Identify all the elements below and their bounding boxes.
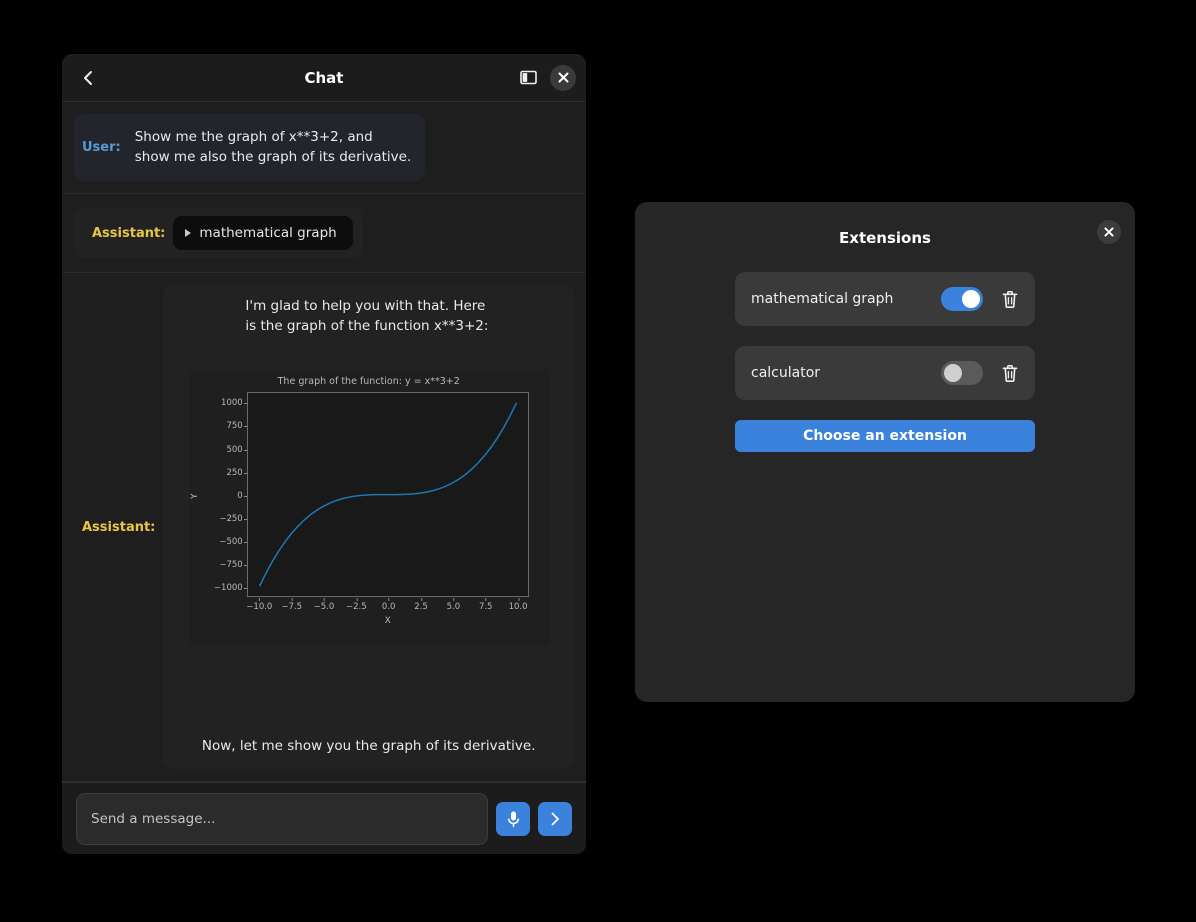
message-user: User: Show me the graph of x**3+2, and s… [62,102,586,195]
user-message-line-1: Show me the graph of x**3+2, and [134,129,373,145]
assistant-figure-bubble: I'm glad to help you with that. Here is … [163,285,574,769]
chat-header: Chat [62,54,586,102]
tool-call-label: mathematical graph [199,225,337,242]
back-button[interactable] [72,62,104,94]
chart-ytick: 500 [226,444,247,455]
assistant-tool-bubble: Assistant: mathematical graph [74,208,363,259]
extensions-list: mathematical graph calculator Choose an … [635,258,1135,452]
delete-extension-calculator[interactable] [999,362,1021,385]
extension-toggle-mathematical-graph[interactable] [941,287,983,311]
toggle-knob [962,290,980,308]
choose-extension-button[interactable]: Choose an extension [735,420,1035,452]
role-label-assistant-2: Assistant: [82,519,156,535]
delete-extension-mathematical-graph[interactable] [999,288,1021,311]
send-button[interactable] [538,801,572,836]
chat-message-list: User: Show me the graph of x**3+2, and s… [62,102,586,782]
assistant-outro-text: Now, let me show you the graph of its de… [201,738,536,755]
extensions-title: Extensions [839,229,931,247]
chart-xtick: −2.5 [346,598,367,613]
chart-ytick: −1000 [213,583,247,594]
user-bubble: User: Show me the graph of x**3+2, and s… [74,114,426,182]
chart-xtick: 7.5 [478,598,493,613]
extension-row-calculator: calculator [735,346,1035,400]
chat-input-bar [62,782,586,854]
close-icon [1104,227,1114,237]
chart-xtick: 5.0 [446,598,461,613]
assistant-intro-line-1: I'm glad to help you with that. Here [245,298,486,315]
split-view-button[interactable] [512,62,544,94]
page-title: Chat [304,68,344,87]
microphone-icon [507,811,519,827]
chart-title: The graph of the function: y = x**3+2 [277,376,460,388]
tool-call-chip[interactable]: mathematical graph [173,216,353,251]
chart-ytick: 1000 [221,398,247,409]
chart-xtick: 10.0 [508,598,528,613]
extension-toggle-calculator[interactable] [941,361,983,385]
trash-icon [1002,364,1018,382]
chart-ytick: −500 [219,536,248,547]
extensions-header: Extensions [635,218,1135,258]
assistant-intro-text: I'm glad to help you with that. Here is … [231,297,502,336]
close-chat-button[interactable] [550,64,576,91]
chart-ytick: −250 [219,513,248,524]
chart-ytick: 750 [226,421,247,432]
chart-xtick: −7.5 [281,598,302,613]
close-icon [558,72,568,83]
chart-xtick: 0.0 [381,598,396,613]
extensions-panel: Extensions mathematical graph calculator… [635,202,1135,702]
chart-ytick: 0 [237,490,248,501]
assistant-intro-line-2: is the graph of the function x**3+2: [245,317,489,334]
chart-ytick: 250 [226,467,247,478]
close-extensions-button[interactable] [1097,220,1121,244]
microphone-button[interactable] [496,801,530,836]
message-input[interactable] [76,792,488,845]
chart-ylabel: Y [189,493,200,500]
split-view-icon [519,70,537,85]
user-message-line-2: show me also the graph of its derivative… [134,148,412,165]
disclosure-triangle-icon [185,229,192,238]
chart-plot-area: 1000 750 500 250 0 −250 −500 −750 −1000 −10.0 −7.5… [214,392,529,612]
user-message-text: Show me the graph of x**3+2, and show me… [129,120,426,175]
chart-xlabel: X [384,616,391,627]
trash-icon [1002,290,1018,308]
send-chevron-icon [551,812,559,825]
chart-series-line [248,393,528,597]
extension-name: calculator [751,365,821,381]
chevron-left-icon [84,70,92,85]
function-plot-figure: The graph of the function: y = x**3+2 Y … [188,370,549,646]
message-assistant-figure: Assistant: I'm glad to help you with tha… [62,273,586,782]
message-assistant-tool: Assistant: mathematical graph [62,194,586,274]
chat-window: Chat User: Show me the graph of x**3+2, … [62,54,586,854]
toggle-knob [944,364,962,382]
role-label-assistant: Assistant: [92,225,166,241]
extension-name: mathematical graph [751,291,894,307]
extension-row-mathematical-graph: mathematical graph [735,272,1035,326]
chart-xtick: −10.0 [246,598,273,613]
chart-ytick: −750 [219,560,248,570]
header-actions [512,62,576,94]
chart-xtick: −5.0 [313,598,335,613]
role-label-user: User: [82,140,121,156]
chart-xtick: 2.5 [414,598,428,613]
